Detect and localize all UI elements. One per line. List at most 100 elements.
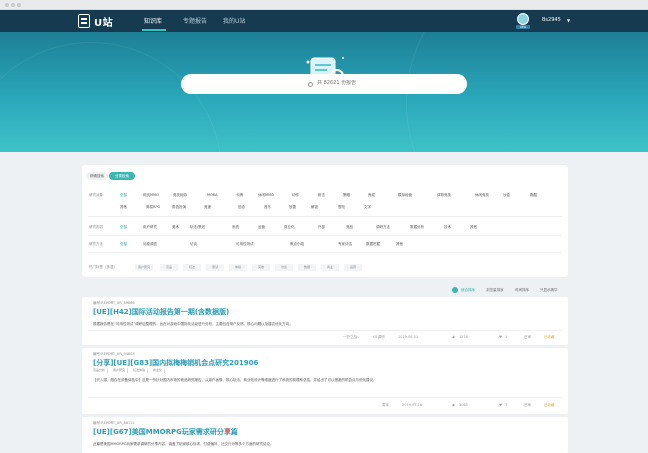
logo-text: U站: [94, 17, 114, 29]
filter-tag[interactable]: 测试: [206, 264, 224, 271]
window-maximize-icon[interactable]: [17, 3, 21, 7]
filter-option[interactable]: 射击: [318, 193, 325, 198]
report-tag[interactable]: 玩法体验: [133, 368, 149, 373]
sort-icon: [452, 287, 458, 293]
filter-option[interactable]: 解谜: [311, 205, 318, 210]
hot-icon: [225, 428, 230, 433]
filter-tag[interactable]: 访谈: [275, 264, 293, 271]
filter-option[interactable]: 竞品: [346, 225, 353, 230]
report-tag[interactable]: 商业化: [153, 368, 166, 373]
filter-option[interactable]: 美术: [172, 225, 179, 230]
like-icon[interactable]: ♥: [499, 335, 502, 339]
filter-option[interactable]: 其他: [120, 205, 127, 210]
filter-option[interactable]: 音乐: [264, 205, 271, 210]
filter-option[interactable]: 回合: [238, 205, 245, 210]
report-card[interactable]: [82, 297, 568, 345]
filter-option[interactable]: 全部: [120, 242, 127, 247]
filter-option[interactable]: 模拟经营: [398, 193, 412, 198]
filter-option[interactable]: MOBA: [207, 193, 218, 197]
report-views: 1065: [459, 403, 468, 407]
report-views: 1216: [459, 335, 468, 339]
filter-row-label: 研究内容: [89, 225, 103, 229]
book-icon: [78, 14, 90, 28]
filter-option[interactable]: 数据挖掘: [366, 242, 380, 247]
filter-option[interactable]: 玩法/策划: [190, 225, 205, 230]
tab-precise-search[interactable]: 精确搜索: [86, 172, 108, 180]
filter-row-label: 研究对象: [89, 193, 103, 197]
site-logo[interactable]: U站: [78, 14, 114, 29]
chevron-down-icon[interactable]: ▼: [567, 18, 570, 23]
filter-option[interactable]: 沙盒: [503, 193, 510, 198]
search-input[interactable]: [317, 80, 417, 86]
filter-option[interactable]: 其他: [470, 225, 477, 230]
filter-option[interactable]: 跑酷: [530, 193, 537, 198]
filter-option[interactable]: 网页MMO: [143, 193, 159, 198]
avatar[interactable]: [517, 13, 529, 25]
filter-option[interactable]: 问卷调查: [143, 242, 157, 247]
report-tag[interactable]: 用户研究: [113, 368, 129, 373]
filter-option[interactable]: 商业化: [284, 225, 295, 230]
filter-option[interactable]: 休闲竞技: [475, 193, 489, 198]
filter-tag[interactable]: 商业: [321, 264, 339, 271]
filter-tag[interactable]: 运营: [344, 264, 362, 271]
nav-item-my-ustation[interactable]: 我的U站: [223, 16, 245, 25]
report-id: 编号:REPORT_UR_89866: [93, 301, 135, 305]
filter-tag[interactable]: 用户研究: [135, 264, 153, 271]
filter-tag[interactable]: 体验: [229, 264, 247, 271]
filter-option[interactable]: 全部: [120, 193, 127, 198]
filter-option[interactable]: 用户研究: [143, 225, 157, 230]
tab-category-search[interactable]: 分类检索: [109, 172, 135, 180]
filter-option[interactable]: 策略: [343, 193, 350, 198]
filter-option[interactable]: 外部: [318, 225, 325, 230]
filter-tag[interactable]: 玩法: [183, 264, 201, 271]
like-icon[interactable]: ♥: [499, 403, 502, 407]
filter-option[interactable]: 调研方法: [376, 225, 390, 230]
filter-option[interactable]: 文字: [364, 205, 371, 210]
report-title[interactable]: [UE][H42]国际活动报告第一期(含数据版): [93, 307, 229, 317]
divider: [88, 397, 562, 398]
filter-option[interactable]: 养成: [368, 193, 375, 198]
report-tag[interactable]: 竞品分析: [93, 368, 109, 373]
report-desc: 此篇是美国MMORPG玩家需求调研的分享内容，涵盖了玩家核心诉求、付费偏好、社交…: [93, 442, 274, 446]
filter-option[interactable]: 系统: [232, 225, 239, 230]
report-title[interactable]: [UE][G67]美国MMORPG玩家需求研分享篇: [93, 427, 238, 437]
sort-by-views[interactable]: 浏览量排序: [486, 288, 504, 293]
window-minimize-icon[interactable]: [11, 3, 15, 7]
sort-comprehensive[interactable]: 综合排序: [461, 288, 475, 293]
nav-item-reports[interactable]: 专题报告: [183, 16, 207, 25]
filter-option[interactable]: 休闲MMO: [258, 193, 274, 198]
filter-tag[interactable]: 问卷: [252, 264, 270, 271]
filter-option[interactable]: 访谈: [190, 242, 197, 247]
filter-option[interactable]: 竞技网游: [173, 193, 187, 198]
filter-tag[interactable]: 竞品: [160, 264, 178, 271]
filter-option[interactable]: 运营: [258, 225, 265, 230]
filter-option[interactable]: 技术: [444, 225, 451, 230]
report-likes: 1: [505, 335, 508, 339]
filter-option[interactable]: 冒险: [338, 205, 345, 210]
filter-option[interactable]: 角色扮演: [172, 205, 186, 210]
filter-option[interactable]: 其他: [396, 242, 403, 247]
report-likes: 3: [505, 403, 508, 407]
window-close-icon[interactable]: [5, 3, 9, 7]
report-title[interactable]: [分享][UE][G83]国内拟梅梅销机会点研究201906: [93, 358, 258, 368]
username[interactable]: Bs2945: [542, 17, 561, 23]
filter-option[interactable]: 简易RPG: [146, 205, 160, 210]
filter-option[interactable]: 焦点小组: [290, 242, 304, 247]
nav-item-knowledge[interactable]: 知识库: [144, 16, 162, 25]
filter-option[interactable]: 卡牌: [236, 193, 243, 198]
filter-tag[interactable]: 数据: [298, 264, 316, 271]
report-favorite[interactable]: 已收藏: [544, 403, 555, 408]
filter-option[interactable]: 可用性测试: [236, 242, 254, 247]
filter-option[interactable]: 动作: [292, 193, 299, 198]
filter-option[interactable]: 专家评估: [338, 242, 352, 247]
filter-option[interactable]: 全部: [120, 225, 127, 230]
filter-option[interactable]: 竞速: [204, 205, 211, 210]
report-favorite[interactable]: 已收藏: [544, 335, 555, 340]
only-featured-toggle[interactable]: 只显示精华: [540, 288, 558, 293]
sort-by-time[interactable]: 时间排序: [515, 288, 529, 293]
filter-option[interactable]: 体育竞技: [437, 193, 451, 198]
filter-option[interactable]: 放置: [289, 205, 296, 210]
filter-row-label: 研究方法: [89, 242, 103, 246]
filter-option[interactable]: 数据分析: [410, 225, 424, 230]
browser-chrome: [0, 0, 648, 10]
